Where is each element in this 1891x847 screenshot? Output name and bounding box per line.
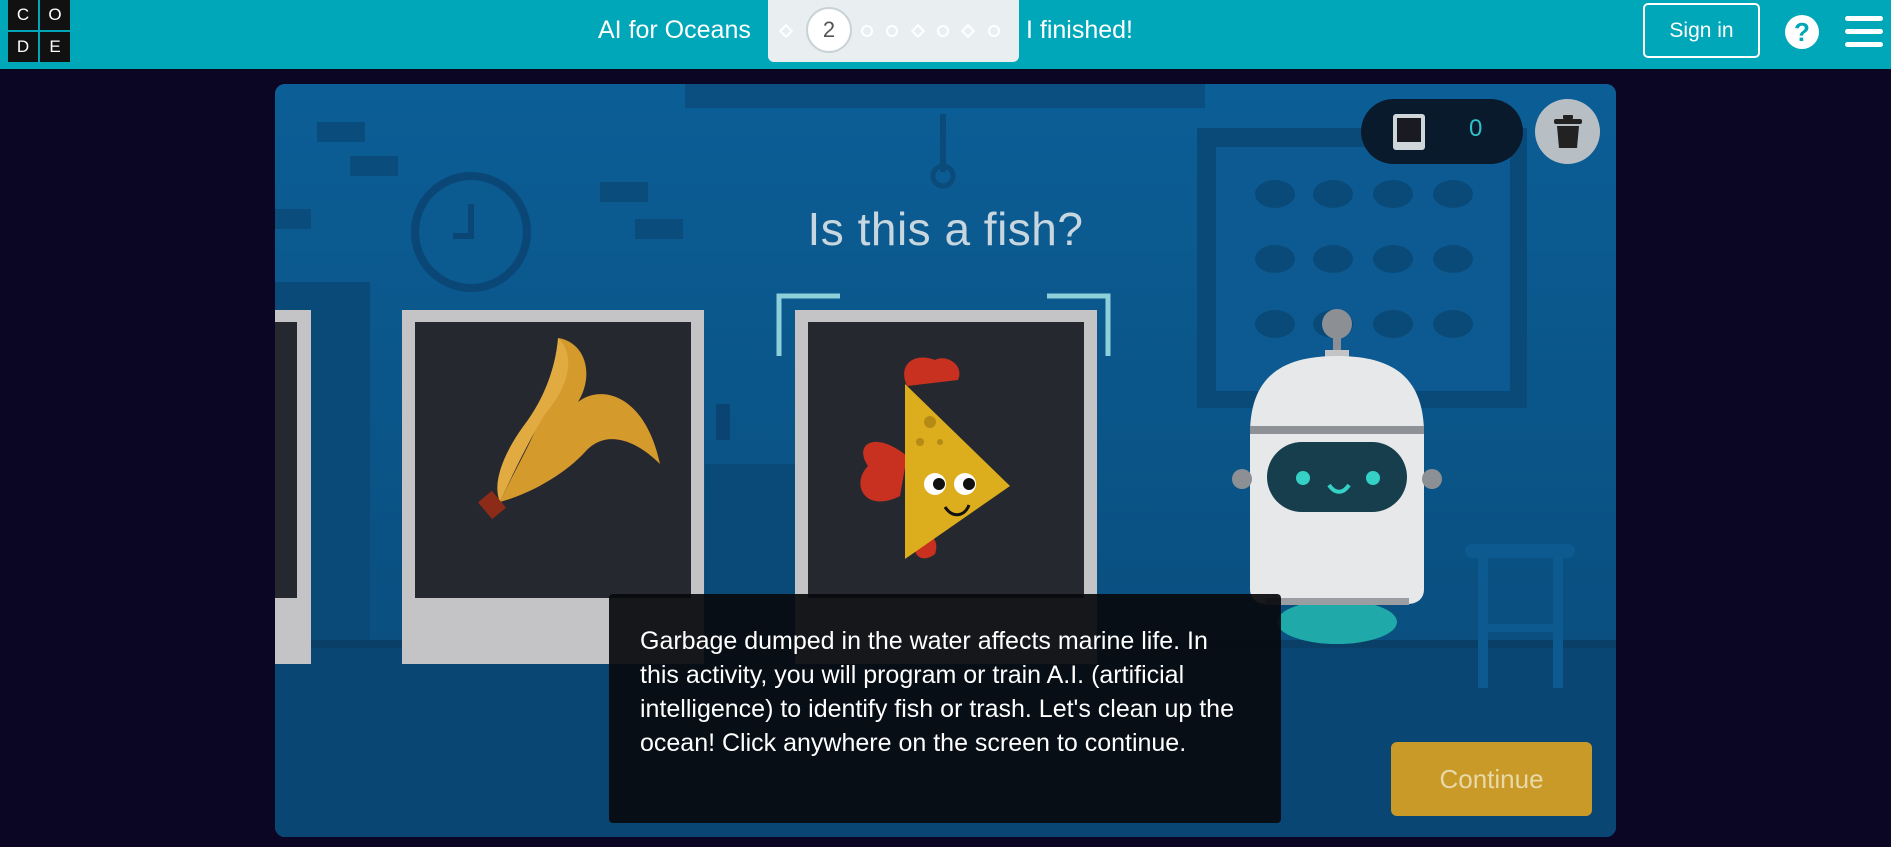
level-5-diamond[interactable]: [910, 23, 926, 39]
level-7-diamond[interactable]: [960, 23, 976, 39]
logo-letter-d: D: [8, 32, 38, 62]
top-header-bar: C O D E AI for Oceans 2 I finished! Sign…: [0, 0, 1891, 69]
help-icon[interactable]: ?: [1785, 15, 1819, 49]
level-6-dot[interactable]: [937, 25, 949, 37]
level-1-diamond[interactable]: [778, 23, 794, 39]
continue-button[interactable]: Continue: [1391, 742, 1592, 816]
current-level-bubble[interactable]: 2: [806, 7, 852, 53]
level-4-dot[interactable]: [886, 25, 898, 37]
sign-in-button[interactable]: Sign in: [1643, 3, 1760, 58]
finished-link[interactable]: I finished!: [1026, 16, 1133, 45]
logo-letter-o: O: [40, 0, 70, 30]
hamburger-icon[interactable]: [1845, 16, 1883, 48]
code-org-logo[interactable]: C O D E: [8, 0, 72, 64]
level-8-dot[interactable]: [988, 25, 1000, 37]
course-title[interactable]: AI for Oceans: [598, 16, 751, 45]
instructions-dialog[interactable]: Garbage dumped in the water affects mari…: [609, 594, 1281, 823]
logo-letter-e: E: [40, 32, 70, 62]
level-progress-bar: 2: [768, 0, 1019, 62]
card-partial: [275, 310, 311, 664]
level-3-dot[interactable]: [861, 25, 873, 37]
logo-letter-c: C: [8, 0, 38, 30]
